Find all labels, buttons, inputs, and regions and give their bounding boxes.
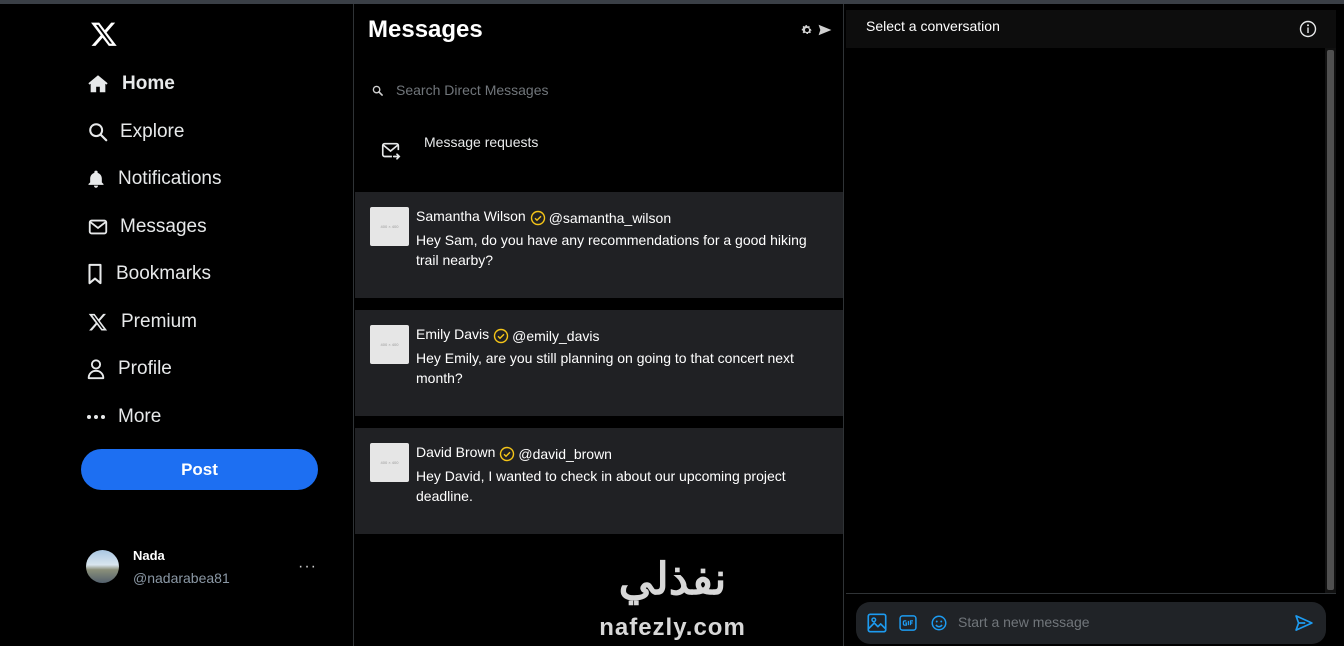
sidebar: Home Explore Notifications Messages Book… xyxy=(0,4,353,646)
watermark-arabic: نفذلي xyxy=(618,555,727,604)
nav-home-label: Home xyxy=(122,73,175,94)
envelope-icon xyxy=(86,215,110,239)
avatar-placeholder-text: 400 × 400 xyxy=(380,342,399,347)
conversation-name: David Brown xyxy=(416,444,496,460)
conversation-preview: Hey Emily, are you still planning on goi… xyxy=(416,350,794,386)
search-placeholder: Search Direct Messages xyxy=(396,82,549,98)
bell-icon xyxy=(86,167,106,191)
nav-explore[interactable]: Explore xyxy=(86,114,184,150)
message-requests-label: Message requests xyxy=(424,134,539,150)
nav-premium[interactable]: Premium xyxy=(86,304,197,340)
nav-more-label: More xyxy=(118,406,162,427)
avatar-placeholder-text: 400 × 400 xyxy=(380,224,399,229)
conversation-panel: Select a conversation xyxy=(846,10,1336,646)
verified-badge-icon xyxy=(530,210,546,226)
messages-column: Messages Search Direct Messages Message … xyxy=(354,4,843,646)
message-composer: Start a new message xyxy=(856,602,1326,644)
conversation-item[interactable]: 400 × 400 David Brown @david_brown Hey D… xyxy=(355,428,843,534)
conversation-handle: @samantha_wilson xyxy=(548,210,672,226)
search-icon xyxy=(372,83,386,97)
nav-more[interactable]: More xyxy=(86,399,161,435)
conversation-name: Emily Davis xyxy=(416,326,490,342)
gif-icon[interactable] xyxy=(898,613,918,633)
bookmark-icon xyxy=(86,262,104,286)
nav-profile-label: Profile xyxy=(118,358,172,379)
nav-messages[interactable]: Messages xyxy=(86,209,207,245)
nav-premium-label: Premium xyxy=(121,311,198,332)
nav-notifications[interactable]: Notifications xyxy=(86,161,222,197)
nav-profile[interactable]: Profile xyxy=(86,351,172,387)
verified-badge-icon xyxy=(499,446,515,462)
info-icon[interactable] xyxy=(1299,20,1317,38)
conversation-avatar: 400 × 400 xyxy=(370,207,409,246)
send-icon[interactable] xyxy=(1293,612,1315,634)
account-more-button[interactable]: ··· xyxy=(298,558,317,576)
conversation-preview: Hey David, I wanted to check in about ou… xyxy=(416,468,786,504)
page-title: Messages xyxy=(368,16,483,43)
message-input[interactable]: Start a new message xyxy=(958,614,1090,630)
verified-badge-icon xyxy=(493,328,509,344)
avatar xyxy=(86,550,119,583)
home-icon xyxy=(86,72,110,96)
watermark-logo: نفذلي nafezly.com xyxy=(590,556,760,646)
messages-header-actions xyxy=(800,23,832,37)
x-logo-icon[interactable] xyxy=(90,20,118,48)
nav-bookmarks[interactable]: Bookmarks xyxy=(86,256,211,292)
emoji-icon[interactable] xyxy=(929,613,949,633)
conversation-handle: @david_brown xyxy=(518,446,612,462)
conversation-item[interactable]: 400 × 400 Samantha Wilson @samantha_wils… xyxy=(355,192,843,298)
message-requests[interactable]: Message requests xyxy=(354,126,843,192)
envelope-arrow-icon xyxy=(380,140,402,162)
gear-icon[interactable] xyxy=(800,23,814,37)
nav-bookmarks-label: Bookmarks xyxy=(116,263,212,284)
conversation-handle: @emily_davis xyxy=(512,328,600,344)
nav-notifications-label: Notifications xyxy=(118,168,222,189)
search-icon xyxy=(86,120,110,144)
messages-divider xyxy=(843,4,844,646)
account-switcher[interactable]: Nada @nadarabea81 ··· xyxy=(86,546,326,592)
conversation-title: Select a conversation xyxy=(866,18,1000,34)
image-icon[interactable] xyxy=(866,612,888,634)
nav-home[interactable]: Home xyxy=(86,66,175,102)
avatar-placeholder-text: 400 × 400 xyxy=(380,460,399,465)
account-handle: @nadarabea81 xyxy=(133,570,230,586)
composer-divider xyxy=(846,593,1336,594)
search-input[interactable]: Search Direct Messages xyxy=(368,76,828,104)
new-message-send-icon[interactable] xyxy=(818,23,832,37)
scrollbar[interactable] xyxy=(1327,50,1334,590)
conversation-avatar: 400 × 400 xyxy=(370,443,409,482)
watermark-latin: nafezly.com xyxy=(599,614,746,641)
nav-explore-label: Explore xyxy=(120,121,185,142)
post-button[interactable]: Post xyxy=(81,449,318,490)
account-name: Nada xyxy=(133,548,165,563)
conversation-avatar: 400 × 400 xyxy=(370,325,409,364)
more-dots-icon xyxy=(86,405,106,429)
conversation-name: Samantha Wilson xyxy=(416,208,526,224)
x-logo-icon xyxy=(86,310,110,334)
conversation-item[interactable]: 400 × 400 Emily Davis @emily_davis Hey E… xyxy=(355,310,843,416)
conversation-preview: Hey Sam, do you have any recommendations… xyxy=(416,232,807,268)
nav-messages-label: Messages xyxy=(120,216,207,237)
person-icon xyxy=(86,357,106,381)
conversation-header: Select a conversation xyxy=(846,10,1336,48)
